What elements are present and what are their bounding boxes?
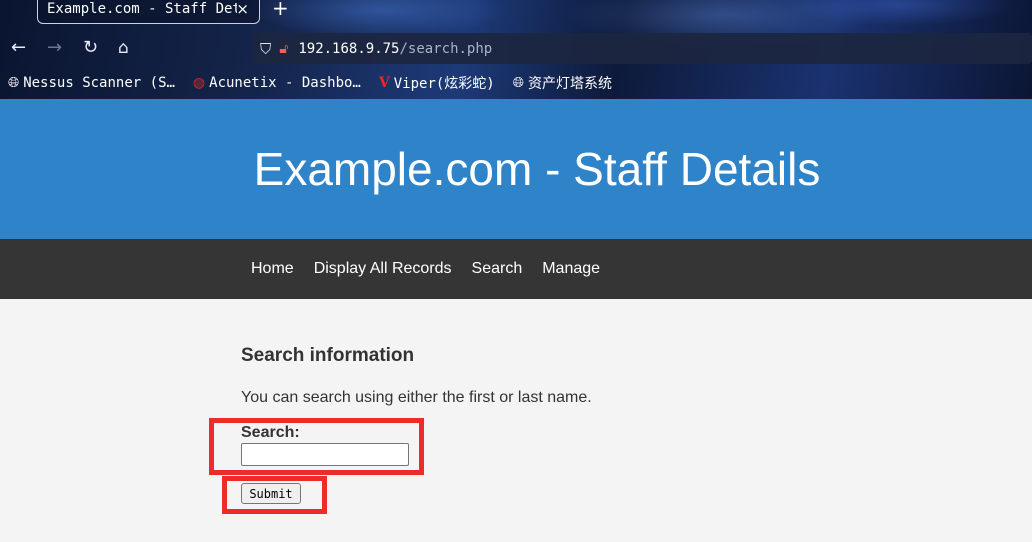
back-icon[interactable]: ← (11, 38, 26, 58)
browser-chrome: Example.com - Staff Details × + ← → ↻ ⌂ … (0, 0, 1032, 99)
nav-home-link[interactable]: Home (241, 260, 304, 278)
home-icon[interactable]: ⌂ (118, 38, 129, 58)
main-content: Search information You can search using … (241, 345, 801, 406)
bookmark-label: 资产灯塔系统 (527, 76, 612, 92)
globe-icon: 🌐︎ (8, 75, 20, 91)
url-path: /search.php (399, 40, 493, 57)
reload-icon[interactable]: ↻ (83, 38, 98, 58)
bookmark-label: Viper(炫彩蛇) (393, 76, 495, 92)
submit-button[interactable]: Submit (241, 483, 301, 504)
bookmarks-bar: 🌐︎ Nessus Scanner (S… ◍ Acunetix - Dashb… (0, 70, 622, 96)
forward-icon[interactable]: → (47, 38, 62, 58)
bookmark-nessus[interactable]: 🌐︎ Nessus Scanner (S… (8, 75, 175, 91)
shield-icon[interactable]: ⛉ (260, 40, 271, 58)
bookmark-label: Nessus Scanner (S… (23, 75, 175, 91)
acunetix-icon: ◍ (192, 75, 206, 91)
bookmark-viper[interactable]: V Viper(炫彩蛇) (379, 73, 495, 93)
nav-display-all-records-link[interactable]: Display All Records (304, 260, 462, 278)
insecure-lock-icon[interactable]: 🔓︎ (279, 40, 288, 57)
browser-tab-active[interactable]: Example.com - Staff Details × (37, 0, 260, 24)
tab-title: Example.com - Staff Details (47, 0, 237, 17)
site-nav: Home Display All Records Search Manage (0, 239, 1032, 299)
section-heading: Search information (241, 345, 415, 366)
bookmark-label: Acunetix - Dashbo… (209, 75, 361, 91)
tab-close-icon[interactable]: × (236, 0, 249, 18)
url-text[interactable]: 192.168.9.75/search.php (298, 41, 492, 57)
globe-icon: 🌐︎ (512, 75, 524, 91)
bookmark-acunetix[interactable]: ◍ Acunetix - Dashbo… (193, 75, 361, 91)
bookmark-asset-lighthouse[interactable]: 🌐︎ 资产灯塔系统 (513, 73, 612, 93)
new-tab-icon[interactable]: + (272, 0, 289, 20)
site-header: Example.com - Staff Details (0, 99, 1032, 239)
nav-manage-link[interactable]: Manage (532, 260, 610, 278)
viper-icon: V (378, 75, 390, 91)
search-description: You can search using either the first or… (241, 389, 592, 406)
address-bar[interactable]: ⛉ 🔓︎ 192.168.9.75/search.php (252, 33, 1032, 64)
url-host: 192.168.9.75 (298, 40, 400, 57)
nav-search-link[interactable]: Search (462, 260, 533, 278)
search-input[interactable] (241, 443, 409, 466)
site-title: Example.com - Staff Details (253, 143, 821, 195)
search-label: Search: (241, 424, 300, 441)
